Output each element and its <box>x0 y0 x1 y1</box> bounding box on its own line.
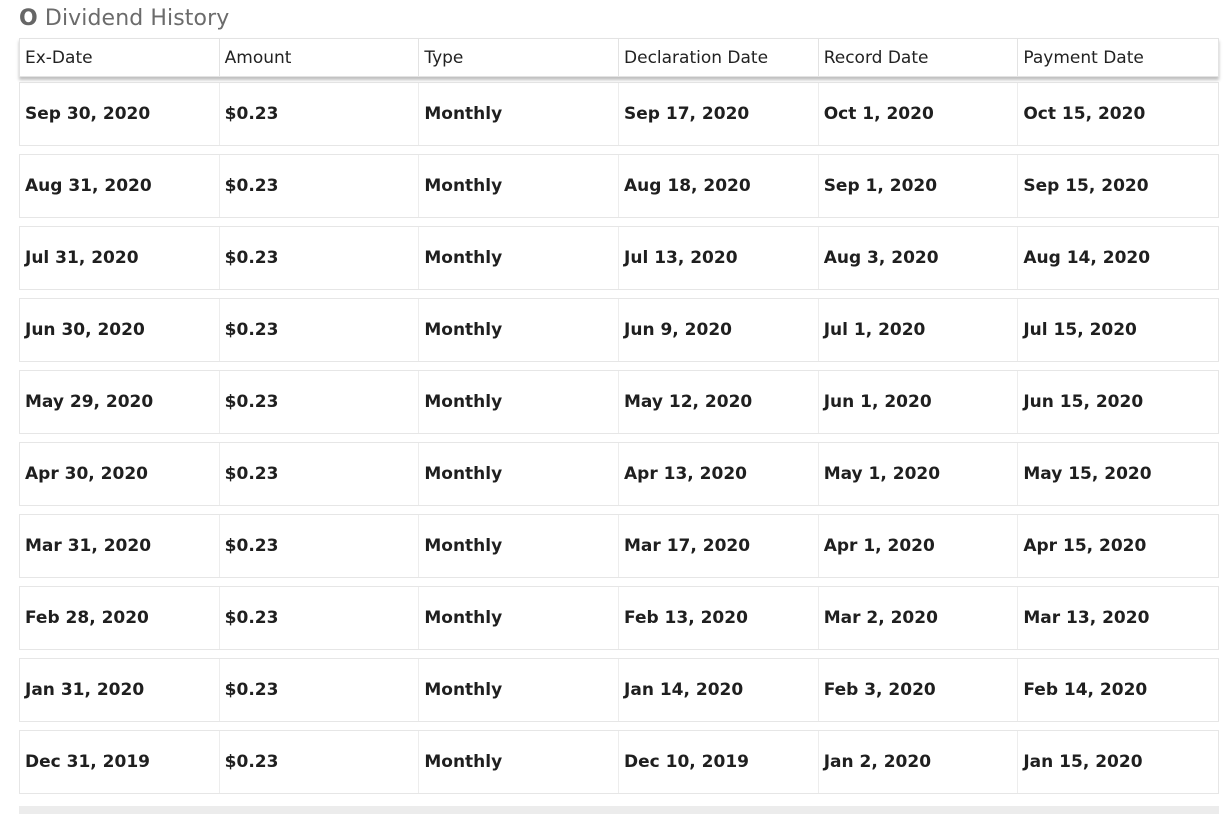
table-body: Sep 30, 2020 $0.23 Monthly Sep 17, 2020 … <box>19 82 1219 794</box>
cell-ex-date: Mar 31, 2020 <box>20 515 220 577</box>
cell-record-date: Sep 1, 2020 <box>819 155 1019 217</box>
cell-ex-date: Jun 30, 2020 <box>20 299 220 361</box>
cell-declaration-date: Feb 13, 2020 <box>619 587 819 649</box>
cell-declaration-date: Aug 18, 2020 <box>619 155 819 217</box>
cell-record-date: Jun 1, 2020 <box>819 371 1019 433</box>
table-row: Feb 28, 2020 $0.23 Monthly Feb 13, 2020 … <box>19 586 1219 650</box>
cell-type: Monthly <box>419 83 620 145</box>
cell-declaration-date: Jan 14, 2020 <box>619 659 819 721</box>
table-footer-bar <box>19 806 1219 814</box>
section-title-text: Dividend History <box>44 6 230 31</box>
cell-declaration-date: Sep 17, 2020 <box>619 83 819 145</box>
cell-declaration-date: May 12, 2020 <box>619 371 819 433</box>
cell-type: Monthly <box>419 443 620 505</box>
cell-type: Monthly <box>419 731 620 793</box>
cell-ex-date: May 29, 2020 <box>20 371 220 433</box>
cell-payment-date: Jun 15, 2020 <box>1023 392 1144 412</box>
cell-payment-date: Mar 13, 2020 <box>1023 608 1150 628</box>
cell-amount: $0.23 <box>220 371 420 433</box>
cell-declaration-date: Mar 17, 2020 <box>619 515 819 577</box>
section-title: O Dividend History <box>19 6 229 31</box>
header-declaration-date[interactable]: Declaration Date <box>619 39 819 76</box>
cell-amount: $0.23 <box>220 299 420 361</box>
cell-amount: $0.23 <box>220 227 420 289</box>
cell-payment-date: Jul 15, 2020 <box>1023 320 1137 340</box>
table-header: Ex-Date Amount Type Declaration Date Rec… <box>19 38 1219 77</box>
table-row: Jan 31, 2020 $0.23 Monthly Jan 14, 2020 … <box>19 658 1219 722</box>
cell-payment-date: Aug 14, 2020 <box>1023 248 1151 268</box>
cell-ex-date: Aug 31, 2020 <box>20 155 220 217</box>
cell-type: Monthly <box>419 515 620 577</box>
cell-type: Monthly <box>419 587 620 649</box>
cell-payment-date: Feb 14, 2020 <box>1023 680 1148 700</box>
cell-declaration-date: Jun 9, 2020 <box>619 299 819 361</box>
cell-ex-date: Jul 31, 2020 <box>20 227 220 289</box>
table-row: Jun 30, 2020 $0.23 Monthly Jun 9, 2020 J… <box>19 298 1219 362</box>
ticker-symbol: O <box>19 6 38 31</box>
cell-declaration-date: Dec 10, 2019 <box>619 731 819 793</box>
cell-ex-date: Jan 31, 2020 <box>20 659 220 721</box>
header-record-date[interactable]: Record Date <box>819 39 1019 76</box>
cell-amount: $0.23 <box>220 587 420 649</box>
cell-payment-date: Sep 15, 2020 <box>1023 176 1149 196</box>
cell-payment-date: Oct 15, 2020 <box>1023 104 1146 124</box>
cell-type: Monthly <box>419 227 620 289</box>
cell-ex-date: Feb 28, 2020 <box>20 587 220 649</box>
cell-declaration-date: Jul 13, 2020 <box>619 227 819 289</box>
header-type[interactable]: Type <box>419 39 620 76</box>
cell-record-date: Mar 2, 2020 <box>819 587 1019 649</box>
table-row: Dec 31, 2019 $0.23 Monthly Dec 10, 2019 … <box>19 730 1219 794</box>
cell-record-date: Jul 1, 2020 <box>819 299 1019 361</box>
cell-record-date: Feb 3, 2020 <box>819 659 1019 721</box>
dividend-history-page: O Dividend History Ex-Date Amount Type D… <box>0 0 1230 814</box>
cell-ex-date: Sep 30, 2020 <box>20 83 220 145</box>
cell-payment-date: Apr 15, 2020 <box>1023 536 1147 556</box>
table-row: Mar 31, 2020 $0.23 Monthly Mar 17, 2020 … <box>19 514 1219 578</box>
table-row: Aug 31, 2020 $0.23 Monthly Aug 18, 2020 … <box>19 154 1219 218</box>
cell-type: Monthly <box>419 659 620 721</box>
cell-amount: $0.23 <box>220 731 420 793</box>
cell-record-date: Apr 1, 2020 <box>819 515 1019 577</box>
cell-record-date: Aug 3, 2020 <box>819 227 1019 289</box>
header-ex-date[interactable]: Ex-Date <box>20 39 220 76</box>
cell-type: Monthly <box>419 371 620 433</box>
dividend-table: Ex-Date Amount Type Declaration Date Rec… <box>19 38 1219 802</box>
header-amount[interactable]: Amount <box>220 39 420 76</box>
cell-amount: $0.23 <box>220 515 420 577</box>
table-row: Jul 31, 2020 $0.23 Monthly Jul 13, 2020 … <box>19 226 1219 290</box>
header-payment-date[interactable]: Payment Date <box>1018 39 1218 76</box>
cell-payment-date: Jan 15, 2020 <box>1023 752 1143 772</box>
cell-record-date: Jan 2, 2020 <box>819 731 1019 793</box>
table-row: May 29, 2020 $0.23 Monthly May 12, 2020 … <box>19 370 1219 434</box>
cell-amount: $0.23 <box>220 83 420 145</box>
cell-record-date: May 1, 2020 <box>819 443 1019 505</box>
table-row: Apr 30, 2020 $0.23 Monthly Apr 13, 2020 … <box>19 442 1219 506</box>
cell-ex-date: Apr 30, 2020 <box>20 443 220 505</box>
cell-amount: $0.23 <box>220 443 420 505</box>
cell-record-date: Oct 1, 2020 <box>819 83 1019 145</box>
cell-type: Monthly <box>419 299 620 361</box>
cell-amount: $0.23 <box>220 659 420 721</box>
cell-type: Monthly <box>419 155 620 217</box>
cell-payment-date: May 15, 2020 <box>1023 464 1152 484</box>
table-row: Sep 30, 2020 $0.23 Monthly Sep 17, 2020 … <box>19 82 1219 146</box>
cell-declaration-date: Apr 13, 2020 <box>619 443 819 505</box>
cell-amount: $0.23 <box>220 155 420 217</box>
cell-ex-date: Dec 31, 2019 <box>20 731 220 793</box>
